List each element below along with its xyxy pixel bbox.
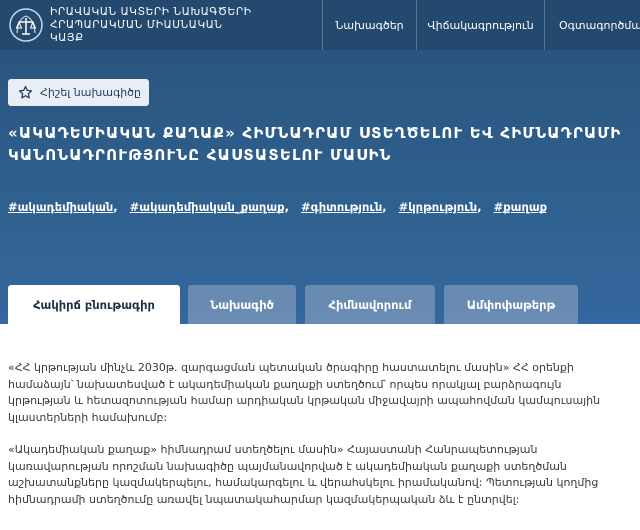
nav-statistics[interactable]: Վիճակագրություն (416, 0, 544, 50)
site-name[interactable]: ԻՐԱՎԱԿԱՆ ԱԿՏԵՐԻ ՆԱԽԱԳԾԵՐԻ ՀՐԱՊԱՐԱԿՄԱՆ ՄԻ… (50, 6, 290, 45)
tab-bar: Հակիրճ բնութագիր Նախագիծ Հիմնավորում Ամփ… (0, 285, 640, 324)
tag-city[interactable]: #քաղաք (494, 200, 548, 214)
top-bar: ԻՐԱՎԱԿԱՆ ԱԿՏԵՐԻ ՆԱԽԱԳԾԵՐԻ ՀՐԱՊԱՐԱԿՄԱՆ ՄԻ… (0, 0, 640, 50)
star-icon (18, 85, 33, 99)
summary-content: «ՀՀ կրթության մինչև 2030թ. զարգացման պետ… (8, 360, 620, 524)
summary-paragraph-1: «ՀՀ կրթության մինչև 2030թ. զարգացման պետ… (8, 361, 601, 424)
nav-usage[interactable]: Օգտագործման (544, 0, 640, 50)
site-name-line-3: ԿԱՅՔ (50, 32, 84, 44)
tab-summary[interactable]: Հակիրճ բնութագիր (8, 285, 180, 324)
project-title: «ԱԿԱԴԵՄԻԱԿԱՆ ՔԱՂԱՔ» ՀԻՄՆԱԴՐԱՄ ՍՏԵՂԾԵԼՈՒ … (8, 124, 622, 164)
nav-projects[interactable]: Նախագծեր (322, 0, 416, 50)
project-header: ԻՐԱՎԱԿԱՆ ԱԿՏԵՐԻ ՆԱԽԱԳԾԵՐԻ ՀՐԱՊԱՐԱԿՄԱՆ ՄԻ… (0, 0, 640, 324)
remember-project-label: Հիշել նախագիծը (40, 86, 141, 99)
tag-academic-city[interactable]: #ակադեմիական_քաղաք (130, 200, 285, 214)
tab-justification[interactable]: Հիմնավորում (305, 285, 435, 324)
tab-summary-sheet[interactable]: Ամփոփաթերթ (444, 285, 578, 324)
summary-paragraph-2: «Ակադեմիական քաղաք» հիմնադրամ ստեղծելու … (8, 443, 599, 506)
tag-education[interactable]: #կրթություն (399, 200, 478, 214)
tab-draft[interactable]: Նախագիծ (188, 285, 296, 324)
tag-list: #ակադեմիական, #ակադեմիական_քաղաք, #գիտու… (8, 200, 548, 214)
site-name-line-2: ՀՐԱՊԱՐԱԿՄԱՆ ՄԻԱՍՆԱԿԱՆ (50, 19, 223, 31)
remember-project-button[interactable]: Հիշել նախագիծը (8, 79, 149, 106)
site-name-line-1: ԻՐԱՎԱԿԱՆ ԱԿՏԵՐԻ ՆԱԽԱԳԾԵՐԻ (50, 6, 252, 18)
tag-science[interactable]: #գիտություն (301, 200, 382, 214)
tag-academic[interactable]: #ակադեմիական (8, 200, 113, 214)
scales-of-justice-icon[interactable] (8, 7, 44, 43)
